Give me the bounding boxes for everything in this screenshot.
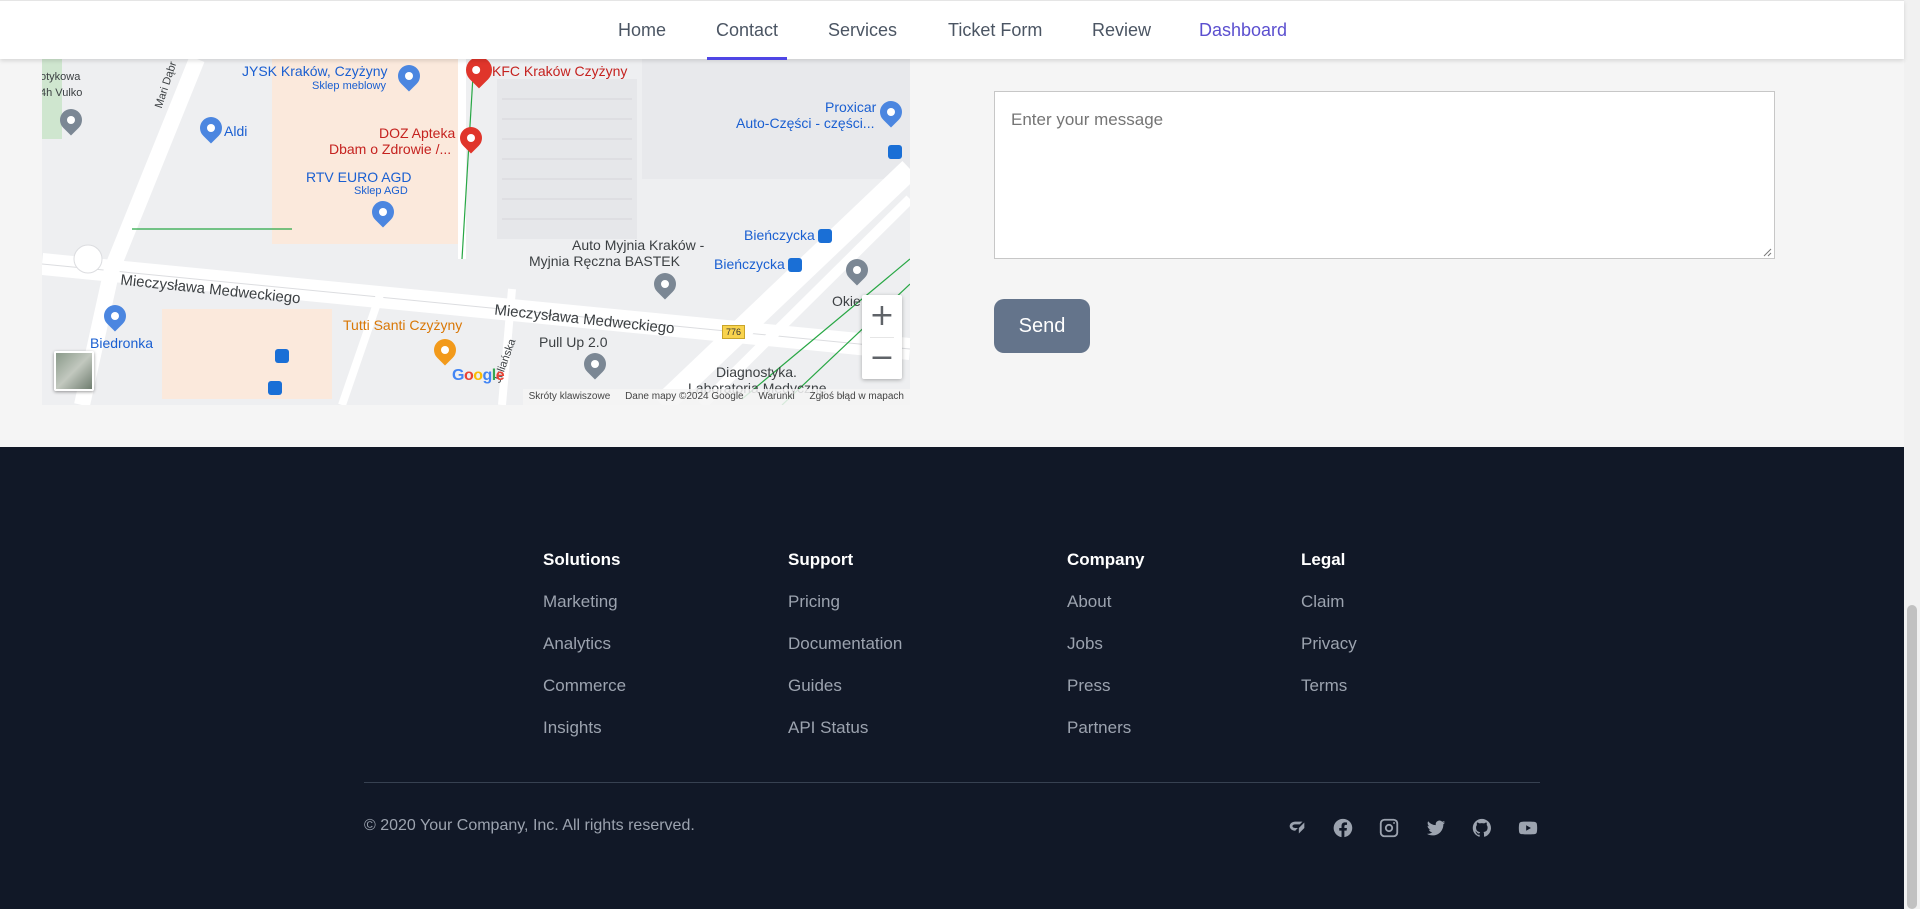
keyboard-shortcuts-link[interactable]: Skróty klawiszowe bbox=[529, 391, 611, 402]
nav-dashboard[interactable]: Dashboard bbox=[1199, 1, 1287, 60]
place-tutti[interactable]: Tutti Santi Czyżyny bbox=[343, 317, 462, 333]
google-logo: Google bbox=[452, 367, 505, 384]
footer-heading-legal: Legal bbox=[1301, 550, 1346, 569]
nav-review[interactable]: Review bbox=[1092, 1, 1151, 60]
bus-stop-icon[interactable] bbox=[268, 381, 282, 395]
footer-link-guides[interactable]: Guides bbox=[788, 676, 842, 696]
place-diag-1[interactable]: Diagnostyka. bbox=[716, 364, 797, 380]
facebook-icon[interactable] bbox=[1332, 817, 1356, 841]
footer-heading-company: Company bbox=[1067, 550, 1145, 569]
footer-link-marketing[interactable]: Marketing bbox=[543, 592, 618, 612]
place-okie[interactable]: Okie bbox=[832, 293, 861, 309]
map-data-text: Dane mapy ©2024 Google bbox=[625, 391, 744, 402]
footer-link-terms[interactable]: Terms bbox=[1301, 676, 1347, 696]
scrollbar-thumb[interactable] bbox=[1907, 605, 1917, 909]
place-pullup[interactable]: Pull Up 2.0 bbox=[539, 334, 607, 350]
site-footer: Solutions Marketing Analytics Commerce I… bbox=[0, 447, 1904, 909]
copyright-text: © 2020 Your Company, Inc. All rights res… bbox=[364, 817, 695, 834]
nav-ticket-form[interactable]: Ticket Form bbox=[948, 1, 1042, 60]
top-navigation: Home Contact Services Ticket Form Review… bbox=[0, 0, 1904, 60]
place-botykowa: otykowa bbox=[42, 71, 81, 83]
message-textarea[interactable] bbox=[994, 91, 1775, 259]
footer-link-press[interactable]: Press bbox=[1067, 676, 1110, 696]
footer-link-analytics[interactable]: Analytics bbox=[543, 634, 611, 654]
github-icon[interactable] bbox=[1471, 817, 1495, 841]
tram-stop-icon[interactable] bbox=[788, 258, 802, 272]
send-button[interactable]: Send bbox=[994, 299, 1090, 353]
resize-handle-icon[interactable] bbox=[1762, 247, 1772, 257]
place-jysk-sub: Sklep meblowy bbox=[312, 80, 386, 92]
footer-link-claim[interactable]: Claim bbox=[1301, 592, 1344, 612]
place-jysk[interactable]: JYSK Kraków, Czyżyny bbox=[242, 63, 388, 79]
footer-link-api-status[interactable]: API Status bbox=[788, 718, 868, 738]
footer-heading-solutions: Solutions bbox=[543, 550, 621, 569]
place-kfc[interactable]: KFC Kraków Czyżyny bbox=[492, 63, 627, 79]
footer-link-jobs[interactable]: Jobs bbox=[1067, 634, 1103, 654]
google-map[interactable]: JYSK Kraków, Czyżyny Sklep meblowy KFC K… bbox=[42, 59, 910, 405]
place-doz-1[interactable]: DOZ Apteka bbox=[379, 125, 455, 141]
place-proxicar-1[interactable]: Proxicar bbox=[825, 99, 876, 115]
brand-logo-icon[interactable] bbox=[1286, 817, 1310, 841]
nav-contact[interactable]: Contact bbox=[706, 1, 788, 60]
place-bienczycka-1[interactable]: Bieńczycka bbox=[744, 227, 815, 243]
footer-link-pricing[interactable]: Pricing bbox=[788, 592, 840, 612]
place-proxicar-2[interactable]: Auto-Części - części... bbox=[736, 115, 874, 131]
bus-stop-icon[interactable] bbox=[888, 145, 902, 159]
twitter-icon[interactable] bbox=[1425, 817, 1449, 841]
place-biedronka[interactable]: Biedronka bbox=[90, 335, 153, 351]
footer-link-documentation[interactable]: Documentation bbox=[788, 634, 902, 654]
place-myjnia-2[interactable]: Myjnia Ręczna BASTEK bbox=[529, 253, 680, 269]
nav-home[interactable]: Home bbox=[618, 1, 666, 60]
zoom-in-button[interactable]: + bbox=[862, 295, 902, 337]
report-error-link[interactable]: Zgłoś błąd w mapach bbox=[810, 391, 905, 402]
street-view-thumbnail[interactable] bbox=[54, 351, 94, 391]
instagram-icon[interactable] bbox=[1378, 817, 1402, 841]
terms-link[interactable]: Warunki bbox=[758, 391, 794, 402]
nav-services[interactable]: Services bbox=[828, 1, 897, 60]
place-doz-2[interactable]: Dbam o Zdrowie /... bbox=[329, 141, 451, 157]
footer-link-commerce[interactable]: Commerce bbox=[543, 676, 626, 696]
tram-stop-icon[interactable] bbox=[818, 229, 832, 243]
map-attribution: Skróty klawiszowe Dane mapy ©2024 Google… bbox=[522, 389, 910, 405]
page-scrollbar[interactable] bbox=[1904, 0, 1920, 909]
place-rtv-sub: Sklep AGD bbox=[354, 185, 408, 197]
place-aldi[interactable]: Aldi bbox=[224, 123, 247, 139]
footer-heading-support: Support bbox=[788, 550, 854, 569]
footer-link-insights[interactable]: Insights bbox=[543, 718, 602, 738]
bus-stop-icon[interactable] bbox=[275, 349, 289, 363]
youtube-icon[interactable] bbox=[1517, 817, 1541, 841]
place-vulko: 4h Vulko bbox=[42, 87, 83, 99]
zoom-controls: + − bbox=[862, 295, 902, 379]
footer-link-partners[interactable]: Partners bbox=[1067, 718, 1131, 738]
route-shield: 776 bbox=[722, 325, 746, 339]
place-bienczycka-2[interactable]: Bieńczycka bbox=[714, 256, 785, 272]
place-myjnia-1[interactable]: Auto Myjnia Kraków - bbox=[572, 237, 704, 253]
place-rtv[interactable]: RTV EURO AGD bbox=[306, 169, 412, 185]
footer-link-about[interactable]: About bbox=[1067, 592, 1111, 612]
footer-divider bbox=[364, 782, 1540, 783]
contact-section: JYSK Kraków, Czyżyny Sklep meblowy KFC K… bbox=[0, 59, 1904, 447]
footer-link-privacy[interactable]: Privacy bbox=[1301, 634, 1357, 654]
zoom-out-button[interactable]: − bbox=[862, 337, 902, 379]
